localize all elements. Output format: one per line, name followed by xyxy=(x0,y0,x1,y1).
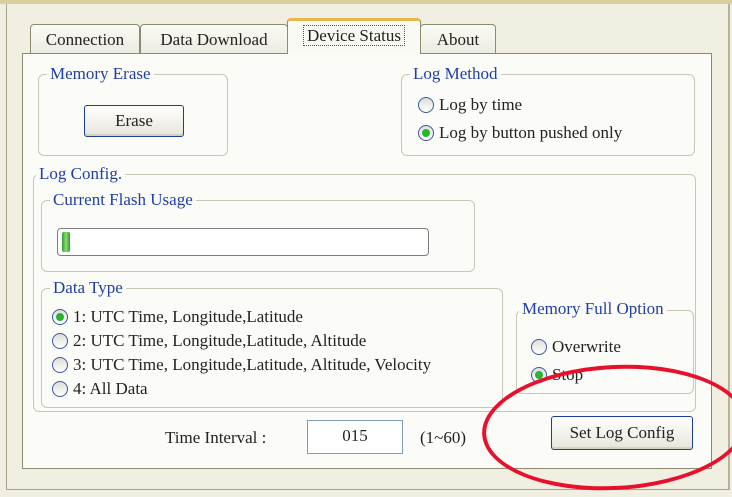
tab-device-status-label: Device Status xyxy=(303,25,405,46)
log-by-button-option[interactable]: Log by button pushed only xyxy=(418,123,622,143)
data-type-option-3[interactable]: 3: UTC Time, Longitude,Latitude, Altitud… xyxy=(52,355,431,375)
data-type-group: Data Type 1: UTC Time, Longitude,Latitud… xyxy=(41,277,503,408)
log-by-time-option[interactable]: Log by time xyxy=(418,95,522,115)
data-type-option-4[interactable]: 4: All Data xyxy=(52,379,148,399)
data-type-radio-3[interactable] xyxy=(52,357,68,373)
overwrite-label: Overwrite xyxy=(552,337,621,356)
set-log-config-button[interactable]: Set Log Config xyxy=(551,416,693,450)
erase-button[interactable]: Erase xyxy=(84,105,184,137)
overwrite-option[interactable]: Overwrite xyxy=(531,337,621,357)
log-method-legend: Log Method xyxy=(410,63,501,85)
flash-usage-legend: Current Flash Usage xyxy=(50,189,196,211)
device-status-panel: Memory Erase Erase Log Method Log by tim… xyxy=(22,53,712,469)
log-by-time-label: Log by time xyxy=(439,95,523,114)
time-interval-input[interactable]: 015 xyxy=(307,420,403,454)
data-type-radio-4[interactable] xyxy=(52,381,68,397)
data-type-label-4: 4: All Data xyxy=(73,379,148,398)
data-type-label-3: 3: UTC Time, Longitude,Latitude, Altitud… xyxy=(73,355,432,374)
time-interval-label: Time Interval : xyxy=(165,428,267,447)
time-interval-range: (1~60) xyxy=(420,428,467,447)
memory-erase-legend: Memory Erase xyxy=(47,63,154,85)
stop-option[interactable]: Stop xyxy=(531,365,583,385)
overwrite-radio[interactable] xyxy=(531,339,547,355)
data-type-label-1: 1: UTC Time, Longitude,Latitude xyxy=(73,307,303,326)
memory-full-legend: Memory Full Option xyxy=(519,298,667,320)
log-by-button-label: Log by button pushed only xyxy=(439,123,623,142)
log-by-time-radio[interactable] xyxy=(418,97,434,113)
log-config-legend: Log Config. xyxy=(36,163,126,185)
stop-radio[interactable] xyxy=(531,367,547,383)
tab-device-status[interactable]: Device Status xyxy=(287,18,421,54)
tab-data-download[interactable]: Data Download xyxy=(140,24,288,53)
flash-usage-progress-bar xyxy=(57,228,429,256)
flash-usage-progress-fill xyxy=(62,232,70,252)
data-type-radio-1[interactable] xyxy=(52,309,68,325)
data-type-option-1[interactable]: 1: UTC Time, Longitude,Latitude xyxy=(52,307,303,327)
data-type-radio-2[interactable] xyxy=(52,333,68,349)
data-type-legend: Data Type xyxy=(50,277,126,299)
tab-connection[interactable]: Connection xyxy=(30,24,140,53)
stop-label: Stop xyxy=(552,365,584,384)
memory-full-group: Memory Full Option Overwrite Stop xyxy=(516,298,694,394)
log-method-group: Log Method Log by time Log by button pus… xyxy=(401,63,695,156)
log-by-button-radio[interactable] xyxy=(418,125,434,141)
memory-erase-group: Memory Erase Erase xyxy=(38,63,228,156)
data-type-label-2: 2: UTC Time, Longitude,Latitude, Altitud… xyxy=(73,331,367,350)
data-type-option-2[interactable]: 2: UTC Time, Longitude,Latitude, Altitud… xyxy=(52,331,366,351)
tab-about[interactable]: About xyxy=(420,24,496,53)
